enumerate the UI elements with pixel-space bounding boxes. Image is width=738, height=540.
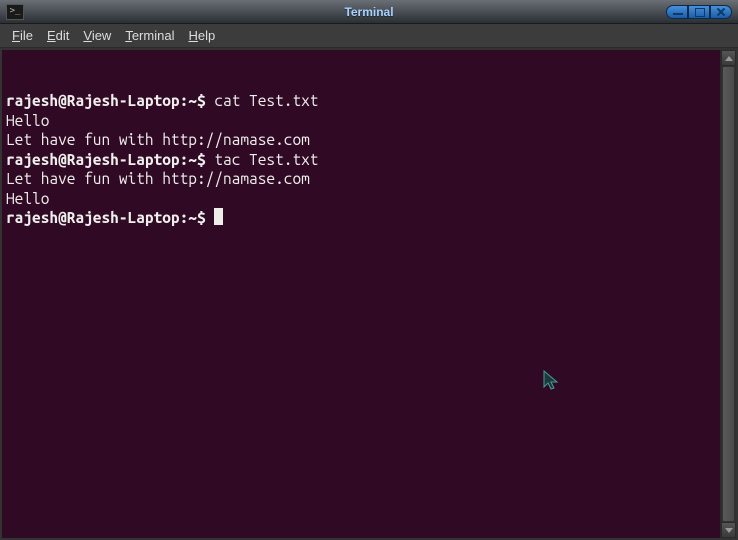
scrollbar-track[interactable]: [721, 66, 736, 522]
menu-label: ile: [20, 28, 33, 43]
menu-file[interactable]: File: [6, 26, 39, 45]
window-title: Terminal: [344, 5, 393, 19]
menu-label: erminal: [132, 28, 175, 43]
menu-label: elp: [198, 28, 215, 43]
menu-view[interactable]: View: [77, 26, 117, 45]
terminal-content[interactable]: rajesh@Rajesh-Laptop:~$ cat Test.txtHell…: [2, 50, 720, 538]
text-cursor: [214, 208, 223, 225]
menubar: File Edit View Terminal Help: [0, 24, 738, 48]
menu-edit[interactable]: Edit: [41, 26, 75, 45]
menu-help[interactable]: Help: [182, 26, 221, 45]
terminal-container: rajesh@Rajesh-Laptop:~$ cat Test.txtHell…: [0, 48, 738, 540]
terminal-line: Hello: [6, 189, 716, 209]
scroll-up-button[interactable]: [721, 50, 736, 66]
menu-label: iew: [92, 28, 112, 43]
terminal-line: rajesh@Rajesh-Laptop:~$: [6, 208, 716, 228]
terminal-line: Let have fun with http://namase.com: [6, 130, 716, 150]
scrollbar-thumb[interactable]: [722, 66, 735, 522]
terminal-line: Let have fun with http://namase.com: [6, 169, 716, 189]
menu-terminal[interactable]: Terminal: [119, 26, 180, 45]
minimize-button[interactable]: [666, 5, 688, 19]
shell-prompt: rajesh@Rajesh-Laptop:~$: [6, 209, 214, 226]
shell-command: tac Test.txt: [214, 151, 318, 168]
shell-prompt: rajesh@Rajesh-Laptop:~$: [6, 151, 214, 168]
terminal-line: rajesh@Rajesh-Laptop:~$ cat Test.txt: [6, 91, 716, 111]
app-icon: >_: [6, 4, 24, 20]
menu-label: dit: [56, 28, 70, 43]
window-controls: [666, 5, 732, 19]
shell-command: cat Test.txt: [214, 92, 318, 109]
cursor-icon: [474, 350, 563, 418]
close-button[interactable]: [710, 5, 732, 19]
titlebar[interactable]: >_ Terminal: [0, 0, 738, 24]
scroll-down-button[interactable]: [721, 522, 736, 538]
scrollbar[interactable]: [720, 50, 736, 538]
shell-prompt: rajesh@Rajesh-Laptop:~$: [6, 92, 214, 109]
terminal-window: >_ Terminal File Edit View Terminal Help…: [0, 0, 738, 540]
terminal-line: rajesh@Rajesh-Laptop:~$ tac Test.txt: [6, 150, 716, 170]
terminal-line: Hello: [6, 111, 716, 131]
maximize-button[interactable]: [688, 5, 710, 19]
